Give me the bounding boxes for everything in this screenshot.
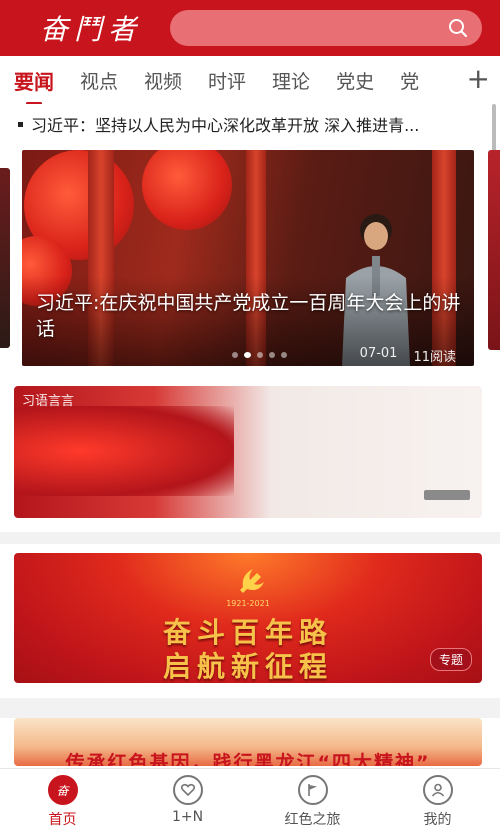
search-bar[interactable]: [170, 10, 482, 46]
nav-item-mine[interactable]: 我的: [375, 769, 500, 833]
banner-tag: [424, 490, 470, 500]
nav-item-red-tour[interactable]: 红色之旅: [250, 769, 375, 833]
carousel-dot[interactable]: [269, 352, 275, 358]
banner-red-gene[interactable]: 传承红色基因，践行黑龙江“四大精神”: [14, 718, 482, 766]
section-divider: [0, 698, 500, 718]
carousel-dot[interactable]: [257, 352, 263, 358]
nav-item-1n[interactable]: 1+N: [125, 769, 250, 833]
carousel-dot-active[interactable]: [244, 352, 251, 358]
slide-caption: 习近平:在庆祝中国共产党成立一百周年大会上的讲话: [36, 292, 461, 340]
banner-text: 传承红色基因，践行黑龙江“四大精神”: [65, 752, 431, 766]
tab-shiping[interactable]: 时评: [208, 67, 246, 94]
topic-badge: 专题: [429, 648, 472, 671]
slide-reads: 11阅读: [413, 350, 456, 365]
carousel-next-peek[interactable]: [488, 150, 500, 350]
bullet-icon: [18, 121, 23, 127]
headline-ticker[interactable]: 习近平：坚持以人民为中心深化改革开放 深入推进青...: [18, 110, 473, 138]
app-header: 奋鬥者: [0, 0, 500, 56]
nav-label: 我的: [423, 812, 452, 828]
flag-chat-icon: [297, 775, 328, 805]
banner-centenary[interactable]: 1921-2021 奋斗百年路 启航新征程 专题: [14, 553, 482, 683]
tabs-fade: [430, 60, 460, 100]
slide-meta: 07-01 11阅读: [360, 346, 456, 365]
flag-image: [14, 406, 234, 496]
home-logo-icon: 奋: [47, 775, 78, 805]
banner-label: 习语言言: [22, 394, 75, 409]
category-tabs: 要闻 视点 视频 时评 理论 党史 党: [0, 56, 500, 104]
slide-date: 07-01: [359, 346, 398, 361]
search-icon[interactable]: [448, 18, 468, 38]
ticker-text: 习近平：坚持以人民为中心深化改革开放 深入推进青...: [31, 116, 420, 135]
party-emblem-icon: [240, 569, 264, 593]
tab-shidian[interactable]: 视点: [80, 67, 118, 94]
tab-dangshi[interactable]: 党史: [336, 67, 374, 94]
nav-label: 1+N: [171, 809, 204, 825]
app-logo: 奋鬥者: [40, 13, 143, 46]
nav-label: 红色之旅: [284, 812, 341, 828]
app-screen: 奋鬥者 要闻 视点 视频 时评 理论 党史 党 + 习近平：坚持以人民为中心深化…: [0, 0, 500, 833]
banner-years: 1921-2021: [226, 599, 270, 608]
carousel-prev-peek[interactable]: [0, 168, 10, 348]
banner-title-line2: 启航新征程: [162, 650, 333, 683]
carousel-dot[interactable]: [281, 352, 287, 358]
tab-shipin[interactable]: 视频: [144, 67, 182, 94]
user-icon: [422, 775, 453, 805]
nav-item-home[interactable]: 奋 首页: [0, 769, 125, 833]
carousel-dot[interactable]: [232, 352, 238, 358]
tab-lilun[interactable]: 理论: [272, 67, 310, 94]
section-divider: [0, 532, 500, 544]
featured-carousel[interactable]: 习近平:在庆祝中国共产党成立一百周年大会上的讲话 07-01 11阅读: [22, 150, 474, 366]
plus-icon[interactable]: +: [460, 62, 490, 96]
nav-label: 首页: [48, 812, 77, 828]
tab-yaowen[interactable]: 要闻: [14, 66, 54, 104]
heart-chat-icon: [172, 775, 203, 805]
carousel-dots: [232, 352, 287, 358]
bottom-nav: 奋 首页 1+N 红色之旅 我的: [0, 768, 500, 833]
banner-xiyu[interactable]: 习语言言: [14, 386, 482, 518]
tab-dang[interactable]: 党: [400, 67, 419, 94]
